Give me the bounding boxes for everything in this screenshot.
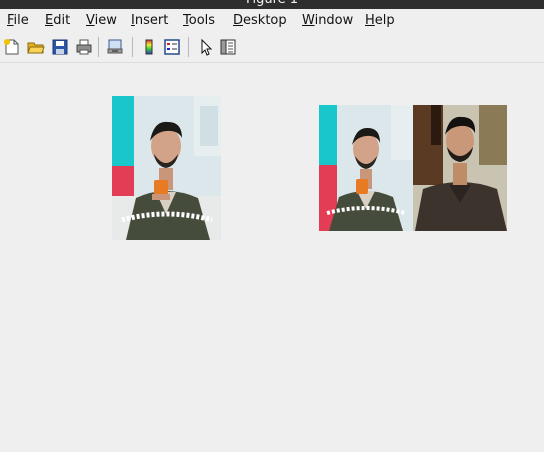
edit-plot-pointer-icon[interactable] bbox=[197, 38, 215, 56]
menu-window-label: indow bbox=[314, 13, 354, 28]
menu-window[interactable]: Window bbox=[302, 13, 353, 29]
menu-insert[interactable]: Insert bbox=[131, 13, 168, 29]
menu-help[interactable]: Help bbox=[365, 13, 395, 29]
menu-bar: File Edit View Insert Tools Desktop Wind… bbox=[0, 9, 544, 33]
toolbar-separator bbox=[132, 37, 133, 57]
menu-window-mnemonic: W bbox=[302, 13, 315, 28]
link-plot-icon[interactable] bbox=[106, 38, 124, 56]
menu-tools[interactable]: Tools bbox=[183, 13, 215, 29]
menu-view-label: iew bbox=[94, 13, 117, 28]
menu-edit[interactable]: Edit bbox=[45, 13, 70, 29]
menu-desktop[interactable]: Desktop bbox=[233, 13, 287, 29]
print-icon[interactable] bbox=[75, 38, 93, 56]
menu-view[interactable]: View bbox=[86, 13, 117, 29]
insert-colorbar-icon[interactable] bbox=[140, 38, 158, 56]
open-file-icon[interactable] bbox=[27, 38, 45, 56]
toolbar-separator bbox=[188, 37, 189, 57]
menu-insert-label: nsert bbox=[134, 13, 169, 28]
photo-montage bbox=[319, 105, 507, 231]
menu-file-label: ile bbox=[13, 13, 29, 28]
property-inspector-icon[interactable] bbox=[219, 38, 237, 56]
figure-toolbar bbox=[0, 33, 544, 63]
subplot-image-1[interactable] bbox=[112, 96, 221, 240]
menu-edit-label: dit bbox=[53, 13, 71, 28]
menu-view-mnemonic: V bbox=[86, 13, 95, 28]
menu-help-mnemonic: H bbox=[365, 13, 375, 28]
new-figure-icon[interactable] bbox=[3, 38, 21, 56]
insert-legend-icon[interactable] bbox=[163, 38, 181, 56]
toolbar-separator bbox=[98, 37, 99, 57]
save-icon[interactable] bbox=[51, 38, 69, 56]
menu-help-label: elp bbox=[374, 13, 395, 28]
window-title: Figure 1 bbox=[0, 0, 544, 8]
menu-desktop-mnemonic: D bbox=[233, 13, 244, 28]
window-titlebar: Figure 1 bbox=[0, 0, 544, 9]
menu-tools-label: ools bbox=[188, 13, 216, 28]
menu-desktop-label: esktop bbox=[243, 13, 287, 28]
photo-portrait-with-cup bbox=[112, 96, 221, 240]
menu-file[interactable]: File bbox=[7, 13, 29, 29]
menu-edit-mnemonic: E bbox=[45, 13, 54, 28]
subplot-image-2[interactable] bbox=[319, 105, 507, 231]
